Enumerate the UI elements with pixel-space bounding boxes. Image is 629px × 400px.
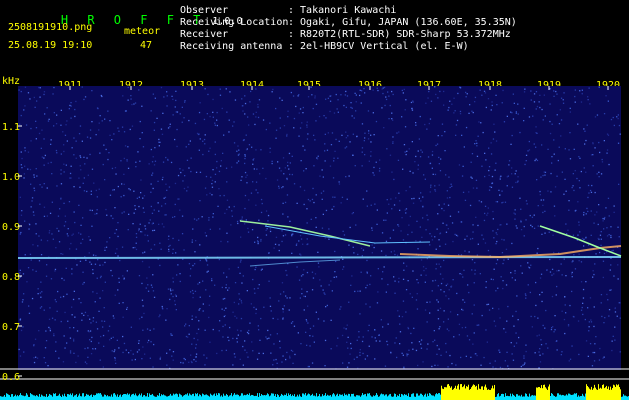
frequency-tick-label: 0.6: [2, 372, 20, 383]
observer-value: : Takanori Kawachi: [288, 5, 397, 16]
frequency-tick-label: 1.1: [2, 122, 20, 133]
filename-label: 2508191910.png: [8, 22, 93, 33]
frequency-tick-label: 0.9: [2, 222, 20, 233]
observer-label: Observer: [180, 5, 229, 16]
receiver-label: Receiver: [180, 29, 229, 40]
spectrogram: 1.1 1.0 0.9 0.8 0.7 0.6: [0, 86, 629, 400]
frequency-tick-label: 1.0: [2, 172, 20, 183]
antenna-label: Receiving antenna: [180, 41, 283, 52]
location-label: Receiving Location: [180, 17, 289, 28]
meteor-label: meteor: [124, 26, 161, 37]
location-value: : Ogaki, Gifu, JAPAN (136.60E, 35.35N): [288, 17, 517, 28]
meteor-count: 47: [140, 40, 153, 51]
signal-level-meter: [0, 384, 629, 400]
carrier-line: [17, 256, 622, 259]
spectrogram-background: [18, 86, 621, 370]
receiver-value: : R820T2(RTL-SDR) SDR-Sharp 53.372MHz: [288, 29, 511, 40]
frequency-tick-label: 0.8: [2, 272, 20, 283]
frequency-tick-label: 0.7: [2, 322, 20, 333]
antenna-value: : 2el-HB9CV Vertical (el. E-W): [288, 41, 469, 52]
datetime-label: 25.08.19 19:10: [8, 40, 93, 51]
hrofft-window: H R O F F T 1.0.0 2508191910.png 25.08.19…: [0, 0, 629, 400]
